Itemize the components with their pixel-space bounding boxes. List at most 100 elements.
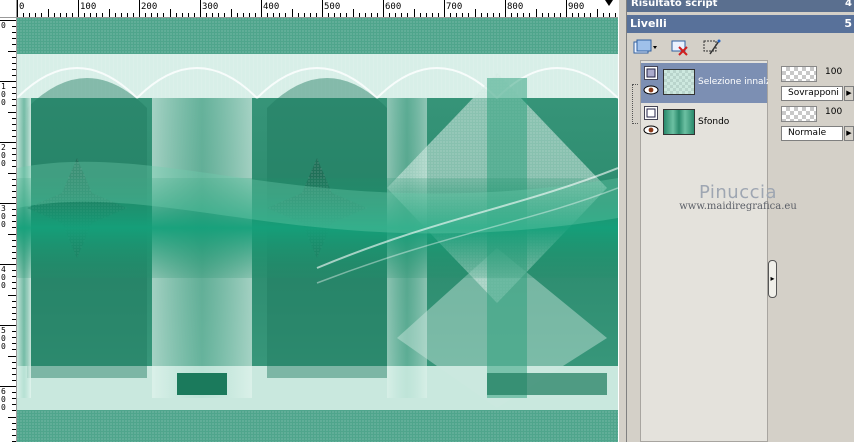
ruler-minor-tick bbox=[8, 233, 16, 235]
ruler-minor-tick bbox=[12, 123, 16, 125]
ruler-minor-tick bbox=[8, 355, 16, 357]
ruler-minor-tick bbox=[12, 56, 16, 58]
ruler-minor-tick bbox=[145, 13, 147, 17]
ruler-minor-tick bbox=[358, 13, 360, 17]
blend-mode-dropdown[interactable]: Normale bbox=[781, 126, 843, 141]
layer-props-selection: 100 Sovrapponi ▶ bbox=[779, 66, 854, 104]
ruler-minor-tick bbox=[90, 13, 92, 17]
ruler-position-marker bbox=[605, 0, 613, 6]
ruler-minor-tick bbox=[12, 44, 16, 46]
ruler-label: 500 bbox=[324, 2, 341, 12]
ruler-minor-tick bbox=[511, 13, 513, 17]
layers-panel-title[interactable]: Livelli 5 bbox=[627, 15, 854, 33]
ruler-minor-tick bbox=[596, 9, 598, 17]
ruler-minor-tick bbox=[547, 13, 549, 17]
ruler-minor-tick bbox=[584, 13, 586, 17]
ruler-minor-tick bbox=[541, 13, 543, 17]
ruler-minor-tick bbox=[590, 13, 592, 17]
edit-selection-button[interactable] bbox=[701, 37, 723, 57]
ruler-minor-tick bbox=[12, 331, 16, 333]
layer-row-selection[interactable]: Selezione innalzata bbox=[641, 63, 768, 103]
layer-name: Selezione innalzata bbox=[698, 77, 768, 87]
ruler-minor-tick bbox=[12, 392, 16, 394]
ruler-major-tick bbox=[566, 0, 567, 17]
ruler-minor-tick bbox=[267, 13, 269, 17]
ruler-minor-tick bbox=[218, 13, 220, 17]
delete-layer-button[interactable] bbox=[669, 37, 691, 57]
ruler-minor-tick bbox=[12, 337, 16, 339]
opacity-swatch bbox=[781, 66, 817, 82]
blend-mode-arrow-icon[interactable]: ▶ bbox=[844, 86, 854, 101]
ruler-minor-tick bbox=[53, 13, 55, 17]
ruler-label: 400 bbox=[263, 2, 280, 12]
script-output-panel-title[interactable]: Risultato script 4 bbox=[627, 0, 854, 12]
ruler-minor-tick bbox=[12, 215, 16, 217]
ruler-minor-tick bbox=[12, 32, 16, 34]
panel-splitter[interactable] bbox=[618, 0, 627, 442]
ruler-minor-tick bbox=[413, 9, 415, 17]
ruler-label: 100 bbox=[80, 2, 97, 12]
ruler-minor-tick bbox=[12, 38, 16, 40]
collapse-panel-handle[interactable]: ▸ bbox=[768, 260, 777, 298]
ruler-minor-tick bbox=[29, 13, 31, 17]
ruler-minor-tick bbox=[41, 13, 43, 17]
ruler-minor-tick bbox=[517, 13, 519, 17]
ruler-minor-tick bbox=[224, 13, 226, 17]
visibility-eye-icon[interactable] bbox=[643, 85, 659, 95]
ruler-minor-tick bbox=[535, 9, 537, 17]
ruler-minor-tick bbox=[12, 166, 16, 168]
ruler-minor-tick bbox=[450, 13, 452, 17]
ruler-minor-tick bbox=[206, 13, 208, 17]
vertical-ruler: 0 100 200 300 400 500 600 bbox=[0, 18, 17, 442]
layer-properties-column: 100 Sovrapponi ▶ 100 Normale ▶ bbox=[769, 60, 854, 442]
layers-panel-number: 5 bbox=[844, 17, 852, 30]
edit-selection-icon bbox=[703, 39, 721, 55]
ruler-minor-tick bbox=[108, 9, 110, 17]
ruler-minor-tick bbox=[8, 111, 16, 113]
layers-toolbar bbox=[627, 33, 854, 61]
ruler-major-tick bbox=[505, 0, 506, 17]
watermark-name: Pinuccia bbox=[698, 182, 778, 203]
ruler-minor-tick bbox=[352, 9, 354, 17]
ruler-minor-tick bbox=[35, 13, 37, 17]
opacity-value[interactable]: 100 bbox=[825, 67, 842, 77]
blend-mode-arrow-icon[interactable]: ▶ bbox=[844, 126, 854, 141]
ruler-minor-tick bbox=[8, 294, 16, 296]
ruler-minor-tick bbox=[492, 13, 494, 17]
ruler-minor-tick bbox=[529, 13, 531, 17]
ruler-minor-tick bbox=[71, 13, 73, 17]
ruler-minor-tick bbox=[12, 190, 16, 192]
layer-group-connector bbox=[632, 84, 638, 124]
ruler-minor-tick bbox=[480, 13, 482, 17]
ruler-minor-tick bbox=[8, 172, 16, 174]
ruler-label: 900 bbox=[568, 2, 585, 12]
ruler-minor-tick bbox=[193, 13, 195, 17]
layer-row-background[interactable]: Sfondo bbox=[641, 103, 767, 143]
ruler-minor-tick bbox=[273, 13, 275, 17]
ruler-minor-tick bbox=[65, 13, 67, 17]
ruler-minor-tick bbox=[578, 13, 580, 17]
ruler-label: 300 bbox=[202, 2, 219, 12]
ruler-minor-tick bbox=[12, 318, 16, 320]
ruler-minor-tick bbox=[12, 99, 16, 101]
image-canvas[interactable] bbox=[17, 18, 618, 442]
opacity-value[interactable]: 100 bbox=[825, 107, 842, 117]
visibility-eye-icon[interactable] bbox=[643, 125, 659, 135]
ruler-minor-tick bbox=[456, 13, 458, 17]
ruler-minor-tick bbox=[12, 312, 16, 314]
ruler-minor-tick bbox=[181, 13, 183, 17]
layer-thumbnail bbox=[663, 109, 695, 135]
layer-thumbnail bbox=[663, 69, 695, 95]
ruler-minor-tick bbox=[12, 245, 16, 247]
ruler-minor-tick bbox=[12, 373, 16, 375]
layer-name: Sfondo bbox=[698, 117, 730, 127]
ruler-minor-tick bbox=[151, 13, 153, 17]
new-layer-button[interactable] bbox=[631, 37, 659, 57]
blend-mode-dropdown[interactable]: Sovrapponi bbox=[781, 86, 843, 101]
ruler-minor-tick bbox=[401, 13, 403, 17]
ruler-minor-tick bbox=[12, 300, 16, 302]
ruler-major-tick bbox=[444, 0, 445, 17]
script-output-title-text: Risultato script bbox=[631, 0, 718, 9]
ruler-minor-tick bbox=[285, 13, 287, 17]
ruler-minor-tick bbox=[12, 74, 16, 76]
